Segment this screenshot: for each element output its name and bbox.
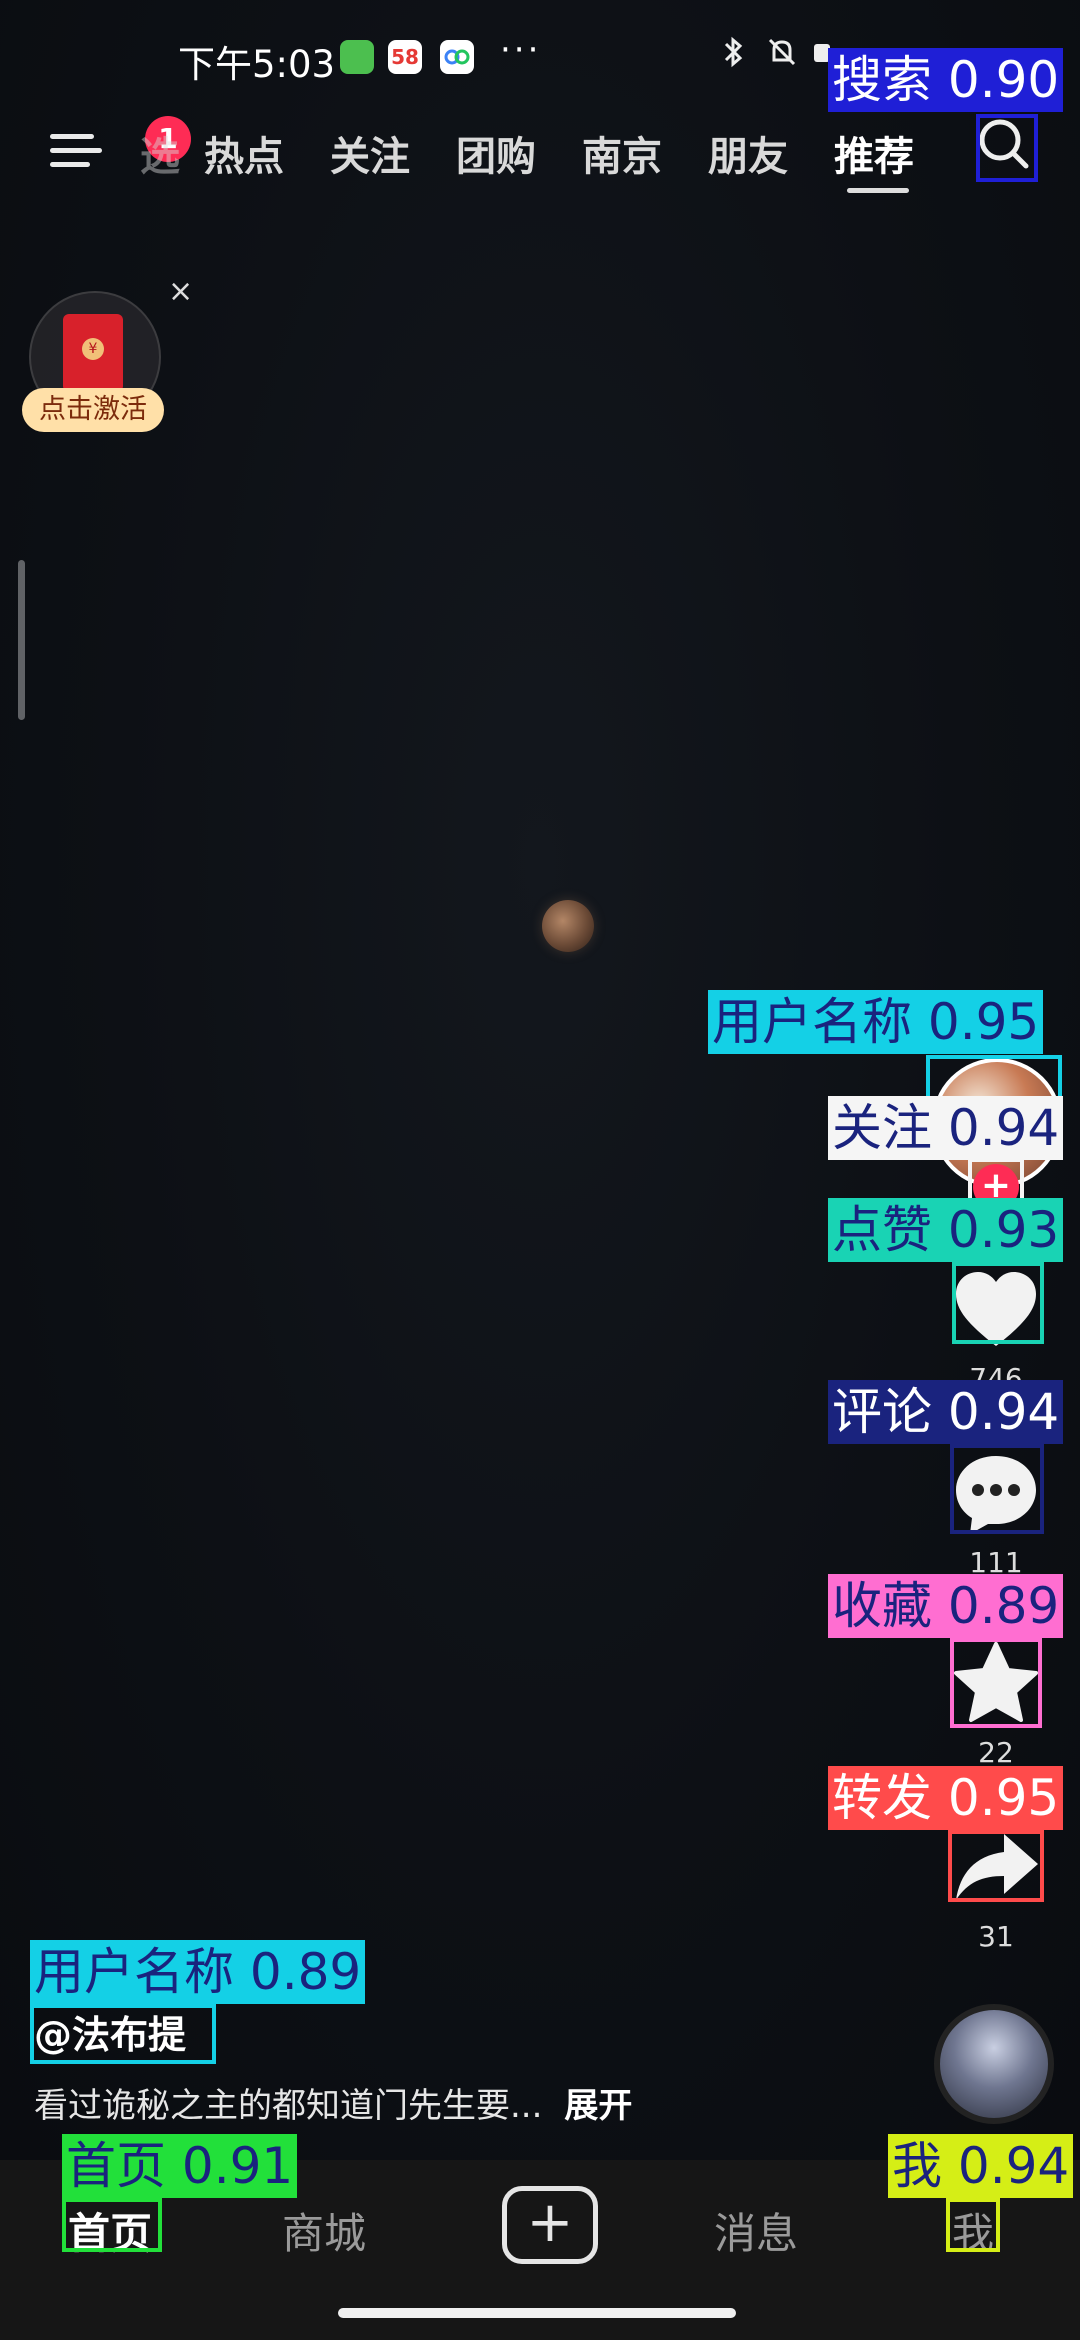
detection-label-home: 首页 0.91 [62, 2134, 298, 2198]
side-scroll-indicator [18, 560, 25, 720]
expand-caption-button[interactable]: 展开 [564, 2086, 632, 2126]
tab-following[interactable]: 关注 [330, 124, 410, 182]
detection-label-favorite: 收藏 0.89 [828, 1574, 1064, 1638]
detection-box-search [976, 114, 1038, 182]
android-app-icon [340, 40, 374, 74]
video-caption: 看过诡秘之主的都知道门先生要... 展开 [34, 2078, 632, 2127]
menu-icon[interactable]: 1 [50, 116, 191, 174]
red-packet-widget[interactable]: ¥ 点击激活 × [22, 274, 193, 446]
music-disc-avatar[interactable] [934, 2004, 1054, 2124]
coin-icon: ¥ [82, 338, 104, 360]
detection-label-follow: 关注 0.94 [828, 1096, 1064, 1160]
detection-label-share: 转发 0.95 [828, 1766, 1064, 1830]
detection-box-me [946, 2198, 1000, 2252]
detection-label-comment: 评论 0.94 [828, 1380, 1064, 1444]
tab-messages[interactable]: 消息 [714, 2200, 798, 2261]
tab-friends[interactable]: 朋友 [708, 124, 788, 182]
active-tab-indicator [847, 188, 909, 193]
tab-nanjing[interactable]: 南京 [582, 124, 662, 182]
moon-image [542, 900, 594, 952]
detection-label-username-bottom: 用户名称 0.89 [30, 1940, 366, 2004]
status-more-icon: ··· [500, 30, 542, 70]
status-time: 下午5:03 [178, 43, 336, 86]
activate-button[interactable]: 点击激活 [22, 388, 164, 432]
app-58-icon: 58 [388, 40, 422, 74]
detection-box-like [952, 1262, 1044, 1344]
detection-box-home [62, 2198, 162, 2252]
top-navigation: 1 选 热点 关注 团购 南京 朋友 推荐 [0, 110, 1080, 200]
detection-box-favorite [950, 1638, 1042, 1728]
detection-box-comment [950, 1444, 1044, 1534]
create-button[interactable]: + [502, 2186, 598, 2264]
share-count: 31 [978, 1920, 1014, 1953]
detection-box-share [948, 1830, 1044, 1902]
bluetooth-icon [722, 34, 746, 78]
mute-bell-icon [764, 34, 800, 78]
detection-label-me: 我 0.94 [888, 2134, 1074, 2198]
tab-mall[interactable]: 商城 [282, 2200, 366, 2261]
detection-label-search: 搜索 0.90 [828, 48, 1064, 112]
close-icon[interactable]: × [168, 274, 193, 309]
detection-box-username-bottom [30, 2004, 216, 2064]
tab-recommend[interactable]: 推荐 [834, 124, 914, 182]
detection-label-like: 点赞 0.93 [828, 1198, 1064, 1262]
home-indicator [338, 2308, 736, 2318]
favorite-count: 22 [978, 1736, 1014, 1769]
tab-partial[interactable]: 选 [140, 124, 180, 182]
tab-hot[interactable]: 热点 [204, 124, 284, 182]
detection-label-username-top: 用户名称 0.95 [708, 990, 1044, 1054]
tab-group-buy[interactable]: 团购 [456, 124, 536, 182]
caption-text: 看过诡秘之主的都知道门先生要... [34, 2086, 543, 2126]
cloud-app-icon [440, 40, 474, 74]
